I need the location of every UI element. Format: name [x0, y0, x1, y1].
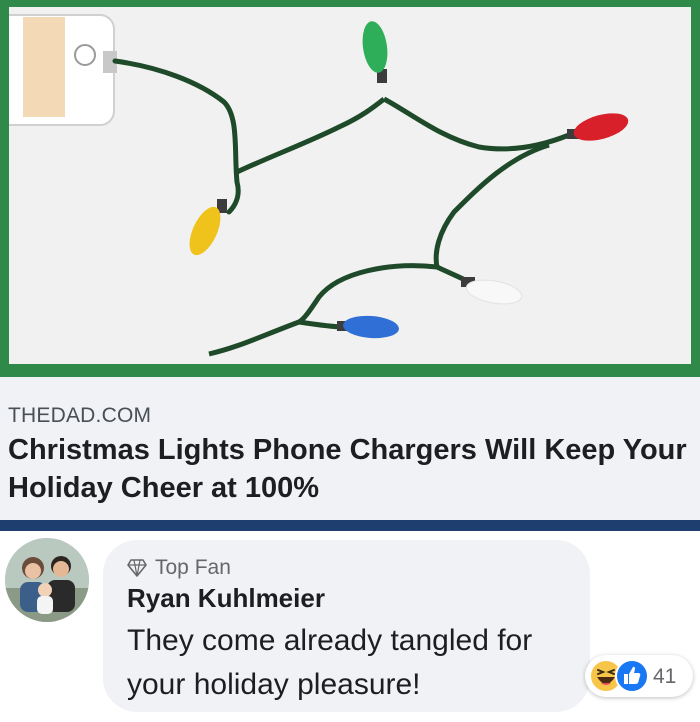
link-headline[interactable]: Christmas Lights Phone Chargers Will Kee… — [8, 431, 688, 507]
link-domain: THEDAD.COM — [8, 404, 152, 427]
yellow-bulb-icon — [189, 199, 227, 256]
red-bulb-icon — [567, 113, 629, 141]
christmas-lights-charger-illustration — [9, 14, 629, 357]
phone-icon — [9, 14, 117, 126]
white-bulb-icon — [461, 277, 523, 305]
top-fan-badge[interactable]: Top Fan — [127, 555, 231, 581]
preview-image-frame — [0, 0, 700, 377]
preview-image[interactable] — [9, 7, 691, 364]
family-photo-icon — [5, 538, 89, 622]
link-preview-card[interactable]: THEDAD.COM Christmas Lights Phone Charge… — [0, 0, 700, 531]
like-icon — [615, 659, 649, 693]
diamond-icon — [127, 559, 147, 577]
avatar[interactable] — [5, 538, 89, 622]
reaction-count: 41 — [653, 665, 677, 688]
comment-author[interactable]: Ryan Kuhlmeier — [127, 583, 325, 614]
green-bulb-icon — [362, 21, 388, 83]
divider — [0, 520, 700, 531]
badge-label: Top Fan — [155, 556, 231, 579]
comment-text: They come already tangled for your holid… — [127, 624, 533, 701]
reaction-summary[interactable]: 41 — [585, 655, 693, 697]
blue-bulb-icon — [337, 315, 399, 339]
